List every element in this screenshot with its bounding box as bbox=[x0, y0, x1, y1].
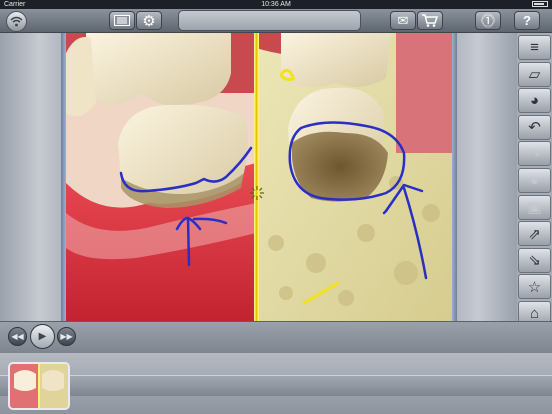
annotated-image[interactable] bbox=[66, 33, 452, 321]
rewind-icon: ◀◀ bbox=[11, 332, 24, 341]
play-icon: ▶ bbox=[38, 331, 47, 342]
import-image-tool-button[interactable]: ⇘ bbox=[518, 247, 551, 273]
battery-icon bbox=[532, 1, 548, 7]
save-tool-button[interactable]: ▣ bbox=[518, 194, 551, 220]
film-button[interactable] bbox=[109, 11, 135, 30]
top-toolbar: ⚙ ✉ ⓵ ? bbox=[0, 9, 552, 33]
download-button[interactable]: ⓵ bbox=[475, 11, 501, 30]
color-wheel-icon: ◕ bbox=[529, 92, 540, 110]
tool-column: ≡ ▱ ◕ ↶ ↷ ● ▣ ⇗ ⇘ ☆ ⌂ bbox=[517, 33, 552, 329]
undo-tool-button[interactable]: ↶ bbox=[518, 114, 551, 140]
thumbnail-image bbox=[10, 364, 68, 408]
left-panel bbox=[0, 33, 66, 321]
star-tool-button[interactable]: ☆ bbox=[518, 274, 551, 300]
status-bar: Carrier 10:36 AM bbox=[0, 0, 552, 9]
play-button[interactable]: ▶ bbox=[30, 324, 55, 349]
cart-button[interactable] bbox=[417, 11, 443, 30]
gear-icon: ⚙ bbox=[142, 12, 156, 30]
help-icon: ? bbox=[523, 13, 531, 28]
previous-button[interactable]: ◀◀ bbox=[8, 327, 27, 346]
eraser-tool-button[interactable]: ▱ bbox=[518, 61, 551, 87]
settings-button[interactable]: ⚙ bbox=[136, 11, 162, 30]
film-icon bbox=[114, 15, 130, 26]
import-image-icon: ⇘ bbox=[528, 252, 541, 270]
undo-icon: ↶ bbox=[528, 119, 541, 137]
menu-lines-tool-button[interactable]: ≡ bbox=[518, 35, 551, 60]
slide-thumbnail[interactable] bbox=[8, 362, 70, 410]
tray-rail bbox=[0, 375, 552, 396]
redo-tool-button[interactable]: ↷ bbox=[518, 141, 551, 167]
wifi-icon[interactable] bbox=[6, 11, 27, 32]
download-icon: ⓵ bbox=[481, 12, 495, 29]
user-icon: ● bbox=[529, 172, 540, 189]
export-image-tool-button[interactable]: ⇗ bbox=[518, 221, 551, 247]
fast-forward-icon: ▶▶ bbox=[60, 332, 73, 341]
star-icon: ☆ bbox=[527, 278, 542, 296]
right-panel bbox=[452, 33, 517, 321]
dental-illustration[interactable] bbox=[66, 33, 452, 321]
home-icon: ⌂ bbox=[529, 305, 540, 322]
eraser-icon: ▱ bbox=[528, 66, 541, 84]
user-tool-button[interactable]: ● bbox=[518, 168, 551, 193]
export-image-icon: ⇗ bbox=[528, 225, 541, 243]
title-field[interactable] bbox=[178, 10, 361, 31]
redo-icon: ↷ bbox=[528, 145, 541, 163]
color-wheel-tool-button[interactable]: ◕ bbox=[518, 88, 551, 114]
right-panel-edge bbox=[452, 33, 457, 321]
cart-icon bbox=[422, 14, 438, 27]
help-button[interactable]: ? bbox=[514, 11, 540, 30]
next-button[interactable]: ▶▶ bbox=[57, 327, 76, 346]
playback-controls: ◀◀ ▶ ▶▶ bbox=[0, 321, 552, 354]
menu-lines-icon: ≡ bbox=[530, 39, 539, 56]
clock: 10:36 AM bbox=[261, 1, 291, 8]
save-icon: ▣ bbox=[527, 199, 542, 217]
mail-icon: ✉ bbox=[397, 12, 409, 28]
wifi-icon-glyph bbox=[10, 16, 23, 27]
thumbnail-tray bbox=[0, 353, 552, 414]
mail-button[interactable]: ✉ bbox=[390, 11, 416, 30]
